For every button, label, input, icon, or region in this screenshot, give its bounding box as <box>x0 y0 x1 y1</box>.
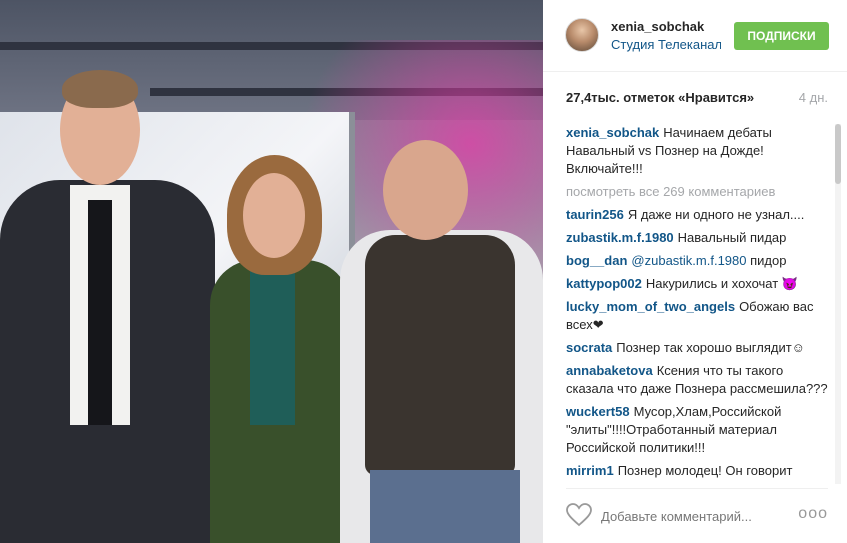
comment-text: Навальный пидар <box>677 230 787 245</box>
comment-item: kattypop002 Накурились и хохочат 😈 <box>566 275 828 293</box>
caption: xenia_sobchak Начинаем дебаты Навальный v… <box>566 124 828 178</box>
comment-username[interactable]: mirrim1 <box>566 463 614 478</box>
person-left <box>0 70 215 543</box>
post-photo[interactable] <box>0 0 543 543</box>
comments-scrollbar[interactable] <box>835 124 841 484</box>
follow-button[interactable]: ПОДПИСКИ <box>734 22 829 50</box>
comment-item: bog__dan @zubastik.m.f.1980 пидор <box>566 252 828 270</box>
scroll-thumb[interactable] <box>835 124 841 184</box>
comment-text: Познер так хорошо выглядит☺ <box>616 340 805 355</box>
comment-item: taurin256 Я даже ни одного не узнал.... <box>566 206 828 224</box>
comment-text: Накурились и хохочат 😈 <box>645 276 798 291</box>
comment-username[interactable]: bog__dan <box>566 253 627 268</box>
likes-row: 27,4тыс. отметок «Нравится» 4 дн. <box>566 90 828 108</box>
comment-item: wuckert58 Мусор,Хлам,Российской "элиты"!!… <box>566 403 828 457</box>
comment-username[interactable]: zubastik.m.f.1980 <box>566 230 674 245</box>
caption-username[interactable]: xenia_sobchak <box>566 125 659 140</box>
post-location[interactable]: Студия Телеканала Дождь <box>611 37 721 52</box>
comment-username[interactable]: lucky_mom_of_two_angels <box>566 299 735 314</box>
comment-username[interactable]: kattypop002 <box>566 276 642 291</box>
comment-username[interactable]: wuckert58 <box>566 404 630 419</box>
comment-username[interactable]: annabaketova <box>566 363 653 378</box>
post-header: xenia_sobchak Студия Телеканала Дождь ПО… <box>543 0 847 72</box>
comment-item: annabaketova Ксения что ты такого сказала… <box>566 362 828 398</box>
likes-count[interactable]: 27,4тыс. отметок «Нравится» <box>566 90 754 105</box>
post-sidebar: xenia_sobchak Студия Телеканала Дождь ПО… <box>543 0 847 543</box>
comment-mention[interactable]: @zubastik.m.f.1980 <box>631 253 746 268</box>
comment-item: zubastik.m.f.1980 Навальный пидар <box>566 229 828 247</box>
avatar[interactable] <box>565 18 599 52</box>
comment-username[interactable]: socrata <box>566 340 612 355</box>
comments-list[interactable]: xenia_sobchak Начинаем дебаты Навальный v… <box>566 124 828 484</box>
person-right <box>340 140 543 543</box>
view-all-comments-link[interactable]: посмотреть все 269 комментариев <box>566 183 828 201</box>
comment-item: socrata Познер так хорошо выглядит☺ <box>566 339 828 357</box>
comment-username[interactable]: taurin256 <box>566 207 624 222</box>
post-username[interactable]: xenia_sobchak <box>611 19 704 34</box>
post-footer: ooo <box>566 488 828 543</box>
comment-text: Я даже ни одного не узнал.... <box>627 207 805 222</box>
person-middle <box>205 155 350 543</box>
comment-item: mirrim1Познер молодец! Он говорит очень … <box>566 462 828 484</box>
comment-input[interactable] <box>601 507 781 525</box>
comment-text: пидор <box>750 253 787 268</box>
heart-icon[interactable] <box>566 503 592 527</box>
comment-item: lucky_mom_of_two_angels Обожаю вас всех❤ <box>566 298 828 334</box>
post-age[interactable]: 4 дн. <box>799 90 828 105</box>
more-options-icon[interactable]: ooo <box>798 505 828 523</box>
